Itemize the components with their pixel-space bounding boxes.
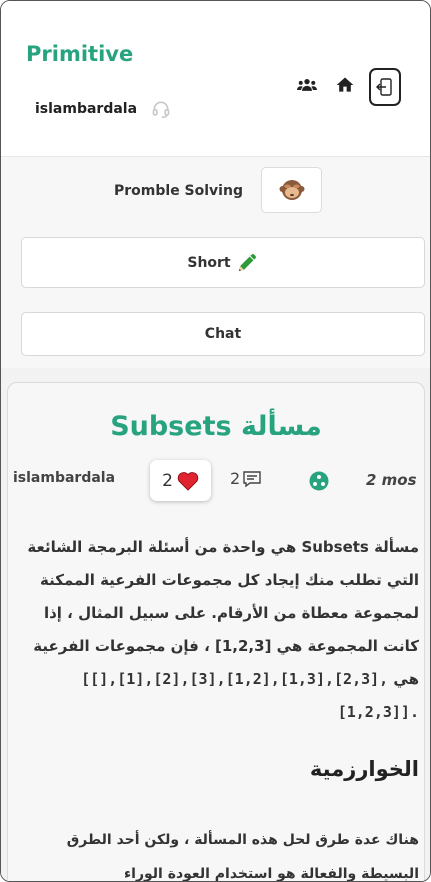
problem-solving-label: Promble Solving (114, 183, 243, 199)
see-no-evil-monkey-icon (279, 180, 304, 200)
post-time: 2 mos (366, 471, 417, 489)
share-icon[interactable] (309, 471, 329, 491)
like-count: 2 (162, 470, 173, 491)
article-title: مسألة Subsets (110, 411, 322, 442)
comment-count: 2 (230, 469, 241, 488)
short-label: Short (187, 254, 231, 271)
brand-logo[interactable]: Primitive (26, 42, 133, 66)
username[interactable]: islambardala (35, 101, 137, 117)
subsets-example: [[],[1],[2],[3],[1,2],[1,3],[2,3],[1,2,3… (81, 670, 419, 721)
like-button[interactable]: 2 (150, 460, 211, 501)
comments-button[interactable]: 2 (230, 469, 262, 488)
chat-label: Chat (204, 326, 242, 342)
heart-icon (177, 471, 199, 491)
article-author[interactable]: islambardala (13, 470, 115, 486)
app-frame: Primitive islambardala Promble Solving S… (0, 0, 431, 882)
paragraph-text: مسألة Subsets هي واحدة من أسئلة البرمجة … (27, 538, 419, 688)
chat-button[interactable]: Chat (21, 312, 425, 356)
home-icon[interactable] (335, 75, 355, 95)
problem-solving-button[interactable] (261, 167, 322, 213)
section-heading: الخوارزمية (309, 757, 419, 781)
article-paragraph-2: هناك عدة طرق لحل هذه المسألة ، ولكن أحد … (66, 832, 419, 882)
logout-icon (376, 78, 392, 96)
short-button[interactable]: Short (21, 237, 425, 288)
headset-icon[interactable] (151, 99, 171, 119)
group-icon[interactable] (297, 77, 317, 93)
logout-button[interactable] (369, 68, 401, 106)
comment-icon (243, 470, 261, 487)
pencil-icon (238, 253, 256, 271)
article-paragraph: مسألة Subsets هي واحدة من أسئلة البرمجة … (19, 531, 419, 729)
header (1, 1, 430, 156)
